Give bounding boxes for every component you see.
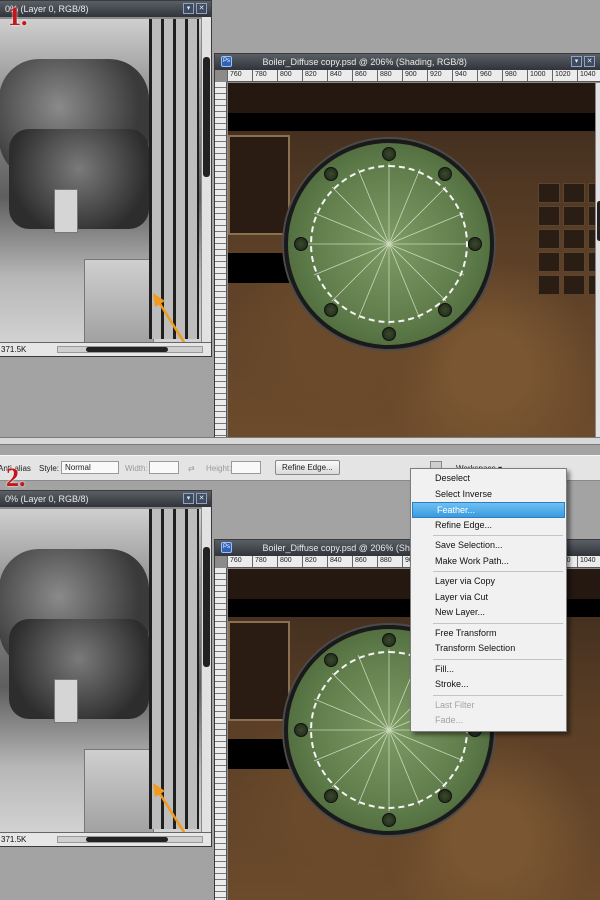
menu-separator — [433, 658, 563, 660]
reference-photo-window[interactable]: 0% (Layer 0, RGB/8) ▾ ✕ 371.5K — [0, 0, 212, 357]
texture-document-title: Boiler_Diffuse copy.psd @ 206% (Shading,… — [262, 57, 467, 67]
menu-item-deselect[interactable]: Deselect — [411, 471, 566, 487]
texture-grid-detail — [538, 183, 600, 295]
boiler-photo — [0, 19, 201, 342]
reference-photo-vertical-scrollbar[interactable] — [201, 507, 211, 832]
menu-item-fill[interactable]: Fill... — [411, 662, 566, 678]
height-label: Height: — [206, 464, 232, 473]
reference-photo-titlebar[interactable]: 0% (Layer 0, RGB/8) ▾ ✕ — [0, 491, 211, 507]
boiler-dial-selection[interactable] — [284, 139, 494, 349]
reference-photo-horizontal-scrollbar[interactable] — [57, 836, 203, 843]
reference-photo-title: 0% (Layer 0, RGB/8) — [5, 494, 89, 504]
minimize-icon[interactable]: ▾ — [183, 3, 194, 14]
document-size-readout: 371.5K — [1, 835, 27, 844]
texture-document-titlebar[interactable]: Ps Boiler_Diffuse copy.psd @ 206% (Shadi… — [215, 54, 600, 70]
menu-item-make-work-path[interactable]: Make Work Path... — [411, 554, 566, 570]
texture-panel-detail — [228, 135, 290, 235]
close-icon[interactable]: ✕ — [584, 56, 595, 67]
width-field[interactable] — [149, 461, 179, 474]
style-select[interactable]: Normal — [61, 461, 119, 474]
menu-item-refine-edge[interactable]: Refine Edge... — [411, 518, 566, 534]
step-1-label: 1. — [8, 2, 28, 31]
close-icon[interactable]: ✕ — [196, 493, 207, 504]
menu-item-layer-via-cut[interactable]: Layer via Cut — [411, 590, 566, 606]
menu-item-new-layer[interactable]: New Layer... — [411, 605, 566, 621]
boiler-photo — [0, 509, 201, 832]
vertical-ruler[interactable] — [215, 568, 227, 900]
document-size-readout: 371.5K — [1, 345, 27, 354]
height-field[interactable] — [231, 461, 261, 474]
menu-item-transform-selection[interactable]: Transform Selection — [411, 641, 566, 657]
menu-item-fade: Fade... — [435, 715, 464, 725]
reference-photo-titlebar[interactable]: 0% (Layer 0, RGB/8) ▾ ✕ — [0, 1, 211, 17]
menu-separator — [433, 694, 563, 696]
texture-panel-detail — [228, 621, 290, 721]
menu-item-last-filter: Last Filter — [435, 699, 475, 710]
horizontal-ruler[interactable]: 7607808008208408608809009209409609801000… — [227, 70, 600, 82]
texture-document-window[interactable]: Ps Boiler_Diffuse copy.psd @ 206% (Shadi… — [214, 53, 600, 437]
minimize-icon[interactable]: ▾ — [571, 56, 582, 67]
reference-photo-horizontal-scrollbar[interactable] — [57, 346, 203, 353]
photoshop-icon: Ps — [221, 56, 232, 68]
reference-photo-statusbar: 371.5K — [0, 342, 211, 356]
menu-item-select-inverse[interactable]: Select Inverse — [411, 487, 566, 503]
step-1-panel: 1. 0% (Layer 0, RGB/8) ▾ ✕ 371.5K Ps Boi… — [0, 0, 600, 437]
texture-vertical-scrollbar[interactable] — [595, 83, 600, 437]
menu-item-layer-via-copy[interactable]: Layer via Copy — [411, 574, 566, 590]
style-label: Style: — [39, 464, 60, 473]
selection-context-menu: Deselect Select Inverse Feather... Refine E… — [410, 468, 567, 732]
menu-item-feather[interactable]: Feather... — [412, 502, 565, 518]
menu-separator — [433, 571, 563, 572]
reference-photo-vertical-scrollbar[interactable] — [201, 17, 211, 342]
refine-edge-button[interactable]: Refine Edge... — [275, 460, 340, 475]
menu-item-free-transform[interactable]: Free Transform — [411, 626, 566, 642]
panel-divider — [0, 437, 600, 445]
menu-item-stroke[interactable]: Stroke... — [411, 677, 566, 693]
texture-canvas[interactable] — [228, 83, 600, 437]
photoshop-icon: Ps — [221, 542, 232, 554]
orange-arrow-icon — [153, 293, 186, 342]
step-2-label: 2. — [6, 463, 26, 492]
menu-separator — [433, 535, 563, 536]
width-label: Width: — [125, 464, 148, 473]
orange-arrow-icon — [153, 783, 186, 832]
texture-document-title: Boiler_Diffuse copy.psd @ 206% (Shading — [262, 543, 432, 553]
reference-photo-window[interactable]: 0% (Layer 0, RGB/8) ▾ ✕ 371.5K — [0, 490, 212, 847]
menu-item-save-selection[interactable]: Save Selection... — [411, 538, 566, 554]
vertical-ruler[interactable] — [215, 82, 227, 437]
close-icon[interactable]: ✕ — [196, 3, 207, 14]
reference-photo-statusbar: 371.5K — [0, 832, 211, 846]
menu-separator — [433, 622, 563, 624]
marquee-selection — [310, 165, 468, 323]
swap-icon[interactable]: ⇄ — [188, 464, 195, 473]
minimize-icon[interactable]: ▾ — [183, 493, 194, 504]
